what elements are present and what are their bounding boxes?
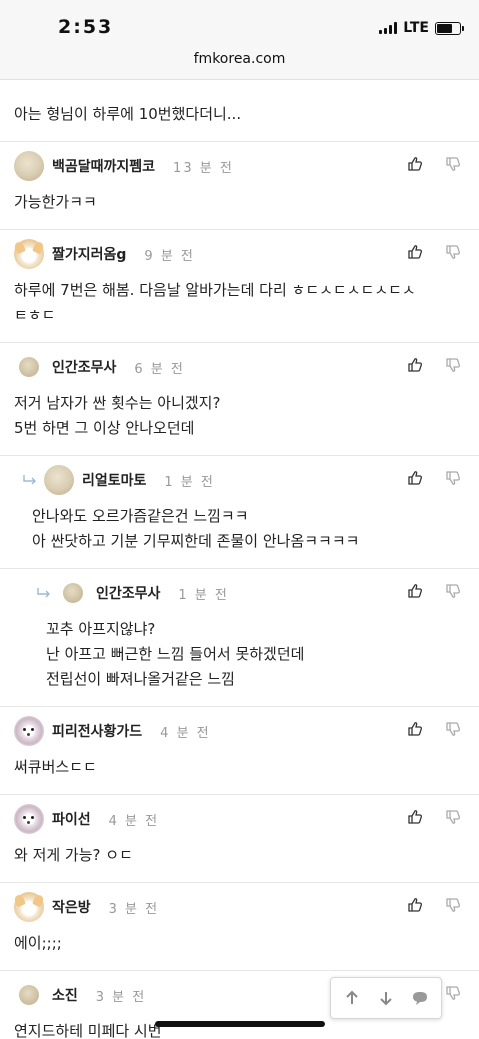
upvote-icon[interactable] [407,244,423,264]
avatar[interactable] [14,151,44,181]
comment-item: 작은방 3 분 전에이;;;; [0,883,479,971]
comment-time: 13 분 전 [173,160,234,176]
scroll-up-icon[interactable] [343,989,361,1007]
comment-meta: 작은방 3 분 전 [0,883,479,931]
upvote-icon[interactable] [407,897,423,917]
comment-body: 안나와도 오르가즘같은건 느낌ㅋㅋ 아 싼닷하고 기분 기무찌한데 존물이 안나… [32,507,360,550]
comment-time: 1 분 전 [164,474,215,490]
scroll-down-icon[interactable] [377,989,395,1007]
comment-time: 9 분 전 [144,248,195,264]
comment-body: 가능한가ㅋㅋ [14,193,97,211]
downvote-icon[interactable] [445,809,461,829]
comment-time: 3 분 전 [108,901,160,917]
avatar[interactable] [58,578,88,608]
comment-body: 하루에 7번은 해봄. 다음날 알바가는데 다리 ㅎㄷㅅㄷㅅㄷㅅㄷㅅ ㅌㅎㄷ [14,281,416,324]
comment-meta: 피리전사황가드 4 분 전 [0,707,479,755]
comment-time: 4 분 전 [108,813,160,829]
comment-item: 짤가지러옴g 9 분 전하루에 7번은 해봄. 다음날 알바가는데 다리 ㅎㄷㅅㄷ… [0,230,479,343]
upvote-icon[interactable] [407,470,423,490]
battery-icon [435,21,464,35]
comment-list: 아는 형님이 하루에 10번했다더니... 백곰달때까지펨코 13 분 전가능한가ㅋ… [0,80,479,1039]
upvote-icon[interactable] [407,721,423,741]
downvote-icon[interactable] [445,244,461,264]
downvote-icon[interactable] [445,583,461,603]
comment-item: 피리전사황가드 4 분 전써큐버스ㄷㄷ [0,707,479,795]
downvote-icon[interactable] [445,470,461,490]
comment-meta: 파이선 4 분 전 [0,795,479,843]
comment-author[interactable]: 백곰달때까지펨코 [52,156,155,176]
comment-icon[interactable] [411,989,429,1007]
comment-item: 리얼토마토 1 분 전안나와도 오르가즘같은건 느낌ㅋㅋ 아 싼닷하고 기분 기무… [0,456,479,569]
comment-author[interactable]: 파이선 [52,809,91,829]
reply-arrow-icon [37,588,50,598]
comment-time: 4 분 전 [160,725,211,741]
comment-body: 써큐버스ㄷㄷ [14,758,97,776]
comment-meta: 인간조무사 1 분 전 [0,569,479,617]
avatar[interactable] [14,239,44,269]
url-text[interactable]: fmkorea.com [194,51,286,67]
comment-time: 3 분 전 [95,989,147,1005]
status-bar: 2:53 LTE [0,0,479,44]
avatar[interactable] [14,804,44,834]
comment-author[interactable]: 작은방 [52,897,91,917]
comment-body: 꼬추 아프지않냐? 난 아프고 뻐근한 느낌 들어서 못하겠던데 전립선이 빠져… [46,620,305,688]
upvote-icon[interactable] [407,357,423,377]
downvote-icon[interactable] [445,156,461,176]
url-bar[interactable]: fmkorea.com [0,44,479,80]
comment-time: 6 분 전 [134,361,185,377]
avatar[interactable] [44,465,74,495]
comment-item: 백곰달때까지펨코 13 분 전가능한가ㅋㅋ [0,142,479,230]
comment-author[interactable]: 소진 [52,985,78,1005]
comment-meta: 리얼토마토 1 분 전 [0,456,479,504]
comment-body: 저거 남자가 싼 횟수는 아니겠지? 5번 하면 그 이상 안나오던데 [14,394,221,437]
comment-time: 1 분 전 [178,587,229,603]
comment-author[interactable]: 리얼토마토 [82,470,146,490]
upvote-icon[interactable] [407,809,423,829]
avatar[interactable] [14,716,44,746]
comment-meta: 백곰달때까지펨코 13 분 전 [0,142,479,190]
avatar[interactable] [14,892,44,922]
comment-author[interactable]: 인간조무사 [52,357,116,377]
downvote-icon[interactable] [445,897,461,917]
comment-item: 인간조무사 6 분 전저거 남자가 싼 횟수는 아니겠지? 5번 하면 그 이상 … [0,343,479,456]
comment-meta: 짤가지러옴g 9 분 전 [0,230,479,278]
downvote-icon[interactable] [445,721,461,741]
comment-meta: 인간조무사 6 분 전 [0,343,479,391]
avatar[interactable] [14,980,44,1010]
comment-author[interactable]: 짤가지러옴g [52,244,126,264]
signal-icon [379,22,398,34]
status-icons: LTE [379,20,464,36]
comment-body: 와 저게 가능? ㅇㄷ [14,846,133,864]
downvote-icon[interactable] [445,985,461,1005]
comment-body: 아는 형님이 하루에 10번했다더니... [14,105,242,123]
upvote-icon[interactable] [407,156,423,176]
comment-author[interactable]: 피리전사황가드 [52,721,142,741]
comment-item: 아는 형님이 하루에 10번했다더니... [0,80,479,142]
status-time: 2:53 [58,16,114,38]
comment-author[interactable]: 인간조무사 [96,583,160,603]
comment-body: 에이;;;; [14,934,62,952]
home-indicator [155,1021,325,1027]
upvote-icon[interactable] [407,583,423,603]
reply-arrow-icon [23,475,36,485]
comment-item: 인간조무사 1 분 전꼬추 아프지않냐? 난 아프고 뻐근한 느낌 들어서 못하겠… [0,569,479,707]
downvote-icon[interactable] [445,357,461,377]
network-label: LTE [403,20,429,36]
avatar[interactable] [14,352,44,382]
comment-item: 파이선 4 분 전와 저게 가능? ㅇㄷ [0,795,479,883]
floating-nav [330,977,442,1019]
